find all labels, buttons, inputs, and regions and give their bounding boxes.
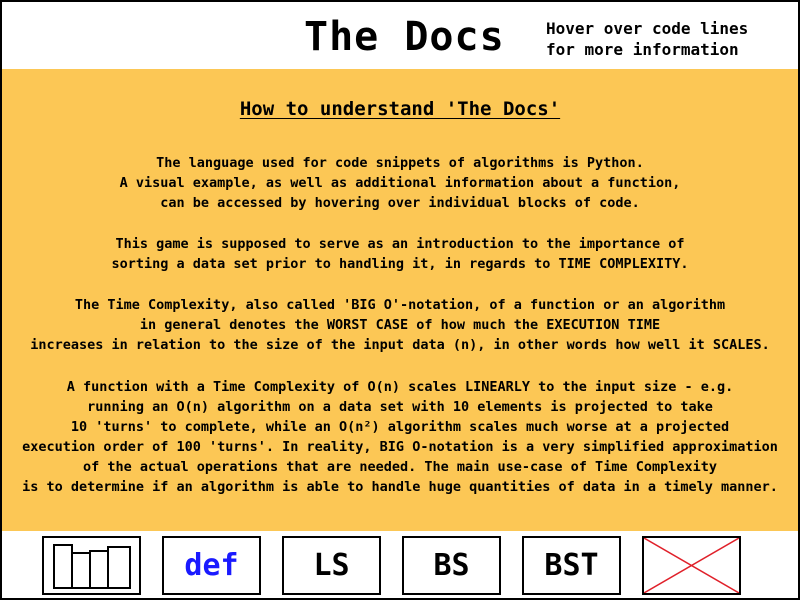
binary-search-tree-button[interactable]: BST [522, 536, 621, 595]
paragraph-line: execution order of 100 'turns'. In reali… [22, 439, 778, 455]
paragraph-python-language: The language used for code snippets of a… [2, 153, 798, 213]
hover-hint-line-2: for more information [546, 40, 739, 59]
paragraph-line: The Time Complexity, also called 'BIG O'… [74, 297, 726, 313]
paragraph-line: A function with a Time Complexity of O(n… [66, 379, 734, 395]
paragraph-line: 10 'turns' to complete, while an O(n²) a… [70, 419, 730, 435]
binary-search-label: BS [433, 547, 470, 583]
hover-hint: Hover over code lines for more informati… [546, 18, 748, 60]
paragraph-line: in general denotes the WORST CASE of how… [139, 317, 661, 333]
paragraph-line: increases in relation to the size of the… [30, 337, 770, 353]
docs-screen: The Docs Hover over code lines for more … [0, 0, 800, 600]
binary-search-button[interactable]: BS [402, 536, 501, 595]
linear-search-label: LS [313, 547, 350, 583]
def-button-label: def [184, 547, 239, 583]
bottom-toolbar: def LS BS BST [2, 531, 798, 598]
paragraph-line: running an O(n) algorithm on a data set … [87, 399, 713, 415]
header-bar: The Docs Hover over code lines for more … [2, 2, 798, 69]
paragraph-line: can be accessed by hovering over individ… [160, 195, 640, 211]
paragraph-line: is to determine if an algorithm is able … [22, 479, 778, 495]
sorting-visual-button[interactable] [42, 536, 141, 595]
hover-hint-line-1: Hover over code lines [546, 19, 749, 38]
docs-content-panel: How to understand 'The Docs' The languag… [2, 69, 798, 531]
close-button[interactable] [642, 536, 741, 595]
def-button[interactable]: def [162, 536, 261, 595]
linear-search-button[interactable]: LS [282, 536, 381, 595]
paragraph-time-complexity: The Time Complexity, also called 'BIG O'… [2, 295, 798, 355]
paragraph-line: The language used for code snippets of a… [156, 155, 644, 171]
page-title: The Docs [304, 14, 505, 60]
paragraph-line: of the actual operations that are needed… [83, 459, 717, 475]
bar-chart-icon [52, 543, 131, 589]
content-heading: How to understand 'The Docs' [239, 98, 561, 120]
close-x-icon [644, 538, 739, 593]
paragraph-line: This game is supposed to serve as an int… [115, 236, 685, 252]
binary-search-tree-label: BST [544, 547, 599, 583]
paragraph-line: A visual example, as well as additional … [119, 175, 681, 191]
paragraph-game-purpose: This game is supposed to serve as an int… [2, 234, 798, 274]
paragraph-big-o-example: A function with a Time Complexity of O(n… [2, 377, 798, 497]
paragraph-line: sorting a data set prior to handling it,… [111, 256, 689, 272]
